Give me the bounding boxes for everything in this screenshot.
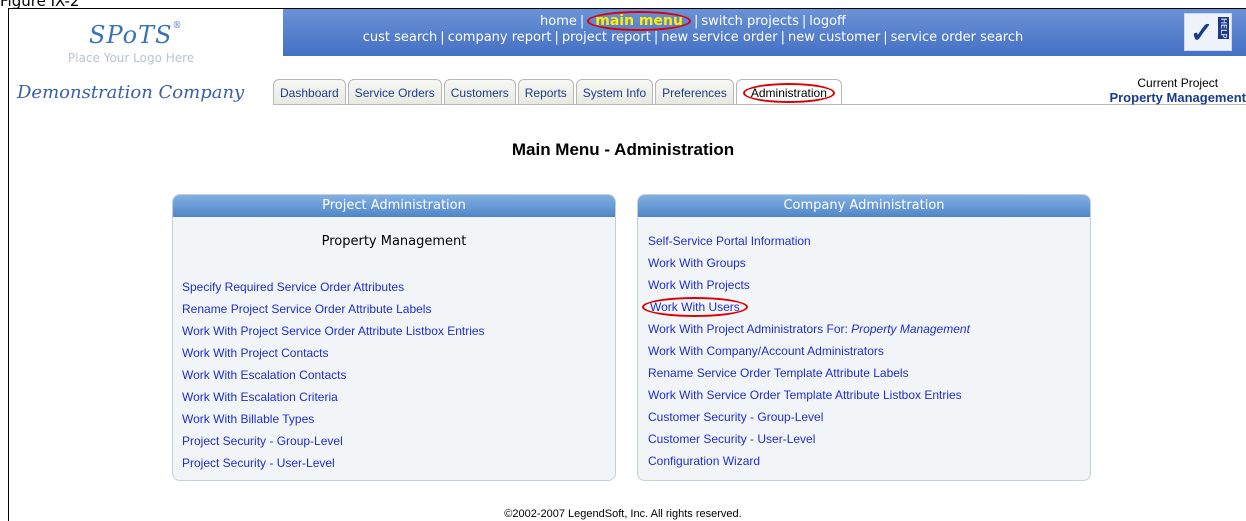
link-work-with-users[interactable]: Work With Users [642,297,748,317]
tab-service-orders[interactable]: Service Orders [347,79,442,104]
nav-separator: | [693,14,699,29]
tab-administration-label: Administration [742,83,835,103]
link-project-security-user[interactable]: Project Security - User-Level [182,456,335,470]
tab-system-info[interactable]: System Info [575,79,654,104]
company-admin-panel: Company Administration Self-Service Port… [637,194,1091,481]
tab-preferences[interactable]: Preferences [655,79,734,104]
link-configuration-wizard[interactable]: Configuration Wizard [648,454,760,468]
tab-administration[interactable]: Administration [735,79,842,104]
page-title: Main Menu - Administration [511,140,735,159]
current-project: Current Project Property Management [1109,76,1246,105]
nav-home[interactable]: home [540,14,577,29]
project-name: Property Management [321,234,467,249]
tab-bar: Dashboard Service Orders Customers Repor… [273,79,844,105]
tab-reports[interactable]: Reports [517,79,574,104]
link-rename-template-attribute-labels[interactable]: Rename Service Order Template Attribute … [648,366,909,380]
copyright-footer: ©2002-2007 LegendSoft, Inc. All rights r… [504,508,742,520]
nav-project-report[interactable]: project report [562,30,651,45]
logo-text: SPoTS [89,21,173,49]
project-administrators-project: Property Management [851,322,970,336]
link-billable-types[interactable]: Work With Billable Types [182,412,314,426]
company-admin-heading: Company Administration [638,195,1090,217]
nav-main-menu[interactable]: main menu [587,11,691,31]
link-rename-project-attribute-labels[interactable]: Rename Project Service Order Attribute L… [182,302,431,316]
nav-separator: | [883,30,888,45]
nav-switch-projects[interactable]: switch projects [701,14,799,29]
link-escalation-criteria[interactable]: Work With Escalation Criteria [182,390,338,404]
nav-band: home | main menu | switch projects | logoff cu… [283,9,1246,56]
tab-customers[interactable]: Customers [443,79,516,104]
link-project-contacts[interactable]: Work With Project Contacts [182,346,328,360]
link-work-with-groups[interactable]: Work With Groups [648,256,746,270]
link-customer-security-group[interactable]: Customer Security - Group-Level [648,410,823,424]
tab-bar-underline [273,104,1246,105]
tab-dashboard[interactable]: Dashboard [273,79,346,104]
link-project-security-group[interactable]: Project Security - Group-Level [182,434,343,448]
link-template-listbox-entries[interactable]: Work With Service Order Template Attribu… [648,388,962,402]
nav-separator: | [653,30,659,45]
company-name: Demonstration Company [17,82,245,103]
nav-service-order-search[interactable]: service order search [891,30,1024,45]
link-customer-security-user[interactable]: Customer Security - User-Level [648,432,815,446]
current-project-value[interactable]: Property Management [1109,90,1246,105]
help-button[interactable]: ✓ HELP [1184,13,1232,51]
spots-logo[interactable]: SPoTS® [89,21,183,49]
nav-separator: | [440,30,445,45]
nav-separator: | [554,30,559,45]
nav-cust-search[interactable]: cust search [363,30,438,45]
link-project-listbox-entries[interactable]: Work With Project Service Order Attribut… [182,324,485,338]
nav-separator: | [801,14,807,29]
link-company-account-administrators[interactable]: Work With Company/Account Administrators [648,344,884,358]
link-project-administrators-label: Work With Project Administrators For: [648,322,848,336]
logo-area: SPoTS® [9,9,283,56]
help-label: HELP [1218,17,1229,40]
nav-separator: | [780,30,785,45]
logo-placeholder: Place Your Logo Here [68,51,195,65]
nav-row-secondary: cust search | company report | project repor… [283,30,1103,45]
nav-new-service-order[interactable]: new service order [661,30,777,45]
nav-logoff[interactable]: logoff [809,14,846,29]
nav-separator: | [579,14,585,29]
registered-mark: ® [172,21,183,31]
link-project-administrators[interactable]: Work With Project Administrators For: Pr… [648,322,970,336]
link-work-with-projects[interactable]: Work With Projects [648,278,750,292]
link-specify-required-attributes[interactable]: Specify Required Service Order Attribute… [182,280,404,294]
checkmark-help-icon: ✓ [1190,16,1214,49]
project-admin-heading: Project Administration [173,195,615,217]
link-self-service-portal[interactable]: Self-Service Portal Information [648,234,811,248]
nav-row-primary: home | main menu | switch projects | logoff [283,11,1103,31]
current-project-label: Current Project [1137,76,1219,90]
link-escalation-contacts[interactable]: Work With Escalation Contacts [182,368,347,382]
project-admin-panel: Project Administration Property Manageme… [172,194,616,481]
nav-company-report[interactable]: company report [448,30,552,45]
link-work-with-users-label: Work With Users [642,297,748,317]
top-bar: SPoTS® home | main menu | switch projects | lo… [9,9,1246,56]
nav-new-customer[interactable]: new customer [788,30,880,45]
